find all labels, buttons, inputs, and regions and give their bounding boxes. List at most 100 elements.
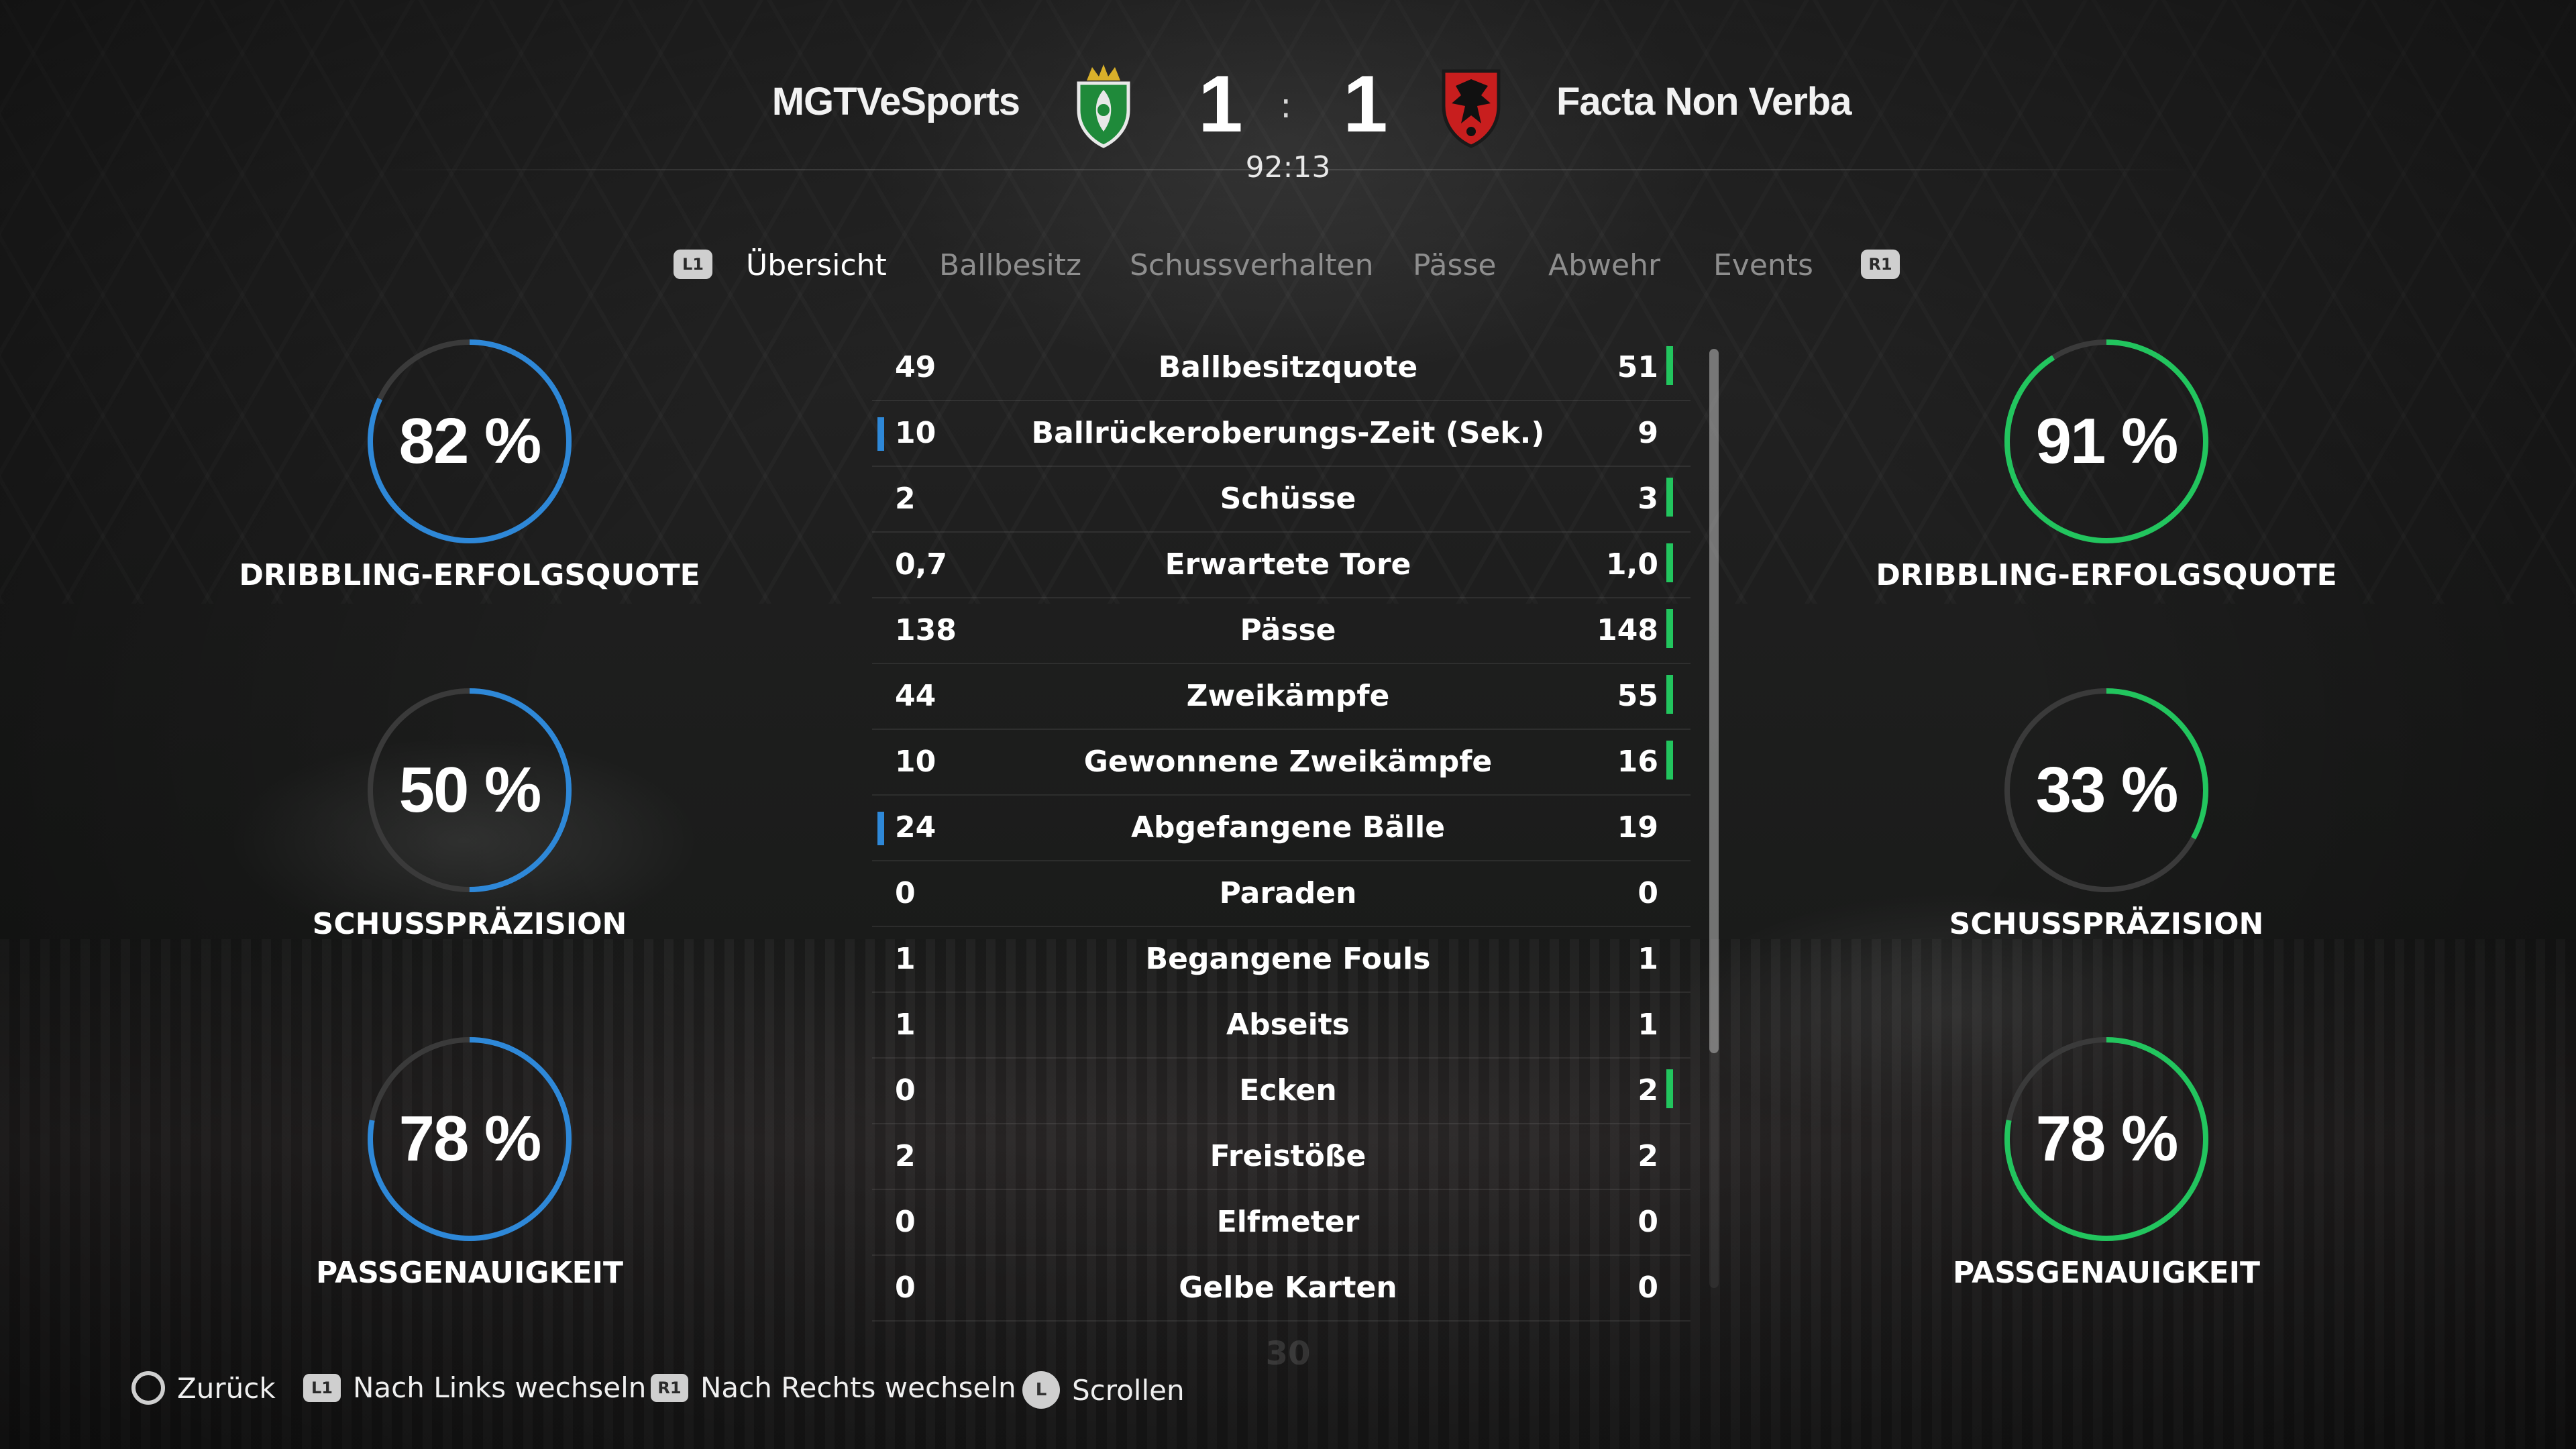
stat-away-value: 3	[1638, 482, 1658, 516]
stat-away-value: 0	[1638, 1205, 1658, 1239]
stat-row: 44 Zweikämpfe 55	[872, 664, 1690, 730]
stat-row: 1 Begangene Fouls 1	[872, 927, 1690, 993]
home-dribbling-value: 82 %	[398, 405, 542, 477]
away-leader-marker	[1666, 741, 1673, 780]
home-dribbling-ring: 82 %	[362, 334, 577, 549]
page-indicator: 30	[1265, 1335, 1311, 1373]
l1-button-icon[interactable]: L1	[674, 250, 712, 279]
header-divider	[382, 169, 2194, 170]
away-pass-accuracy-value: 78 %	[2035, 1103, 2179, 1175]
stats-scrollbar-thumb[interactable]	[1709, 349, 1719, 1053]
button-hint-bar: Zurück L1 Nach Links wechseln R1 Nach Re…	[0, 1371, 2576, 1425]
stat-away-value: 0	[1638, 876, 1658, 910]
away-dribbling-value: 91 %	[2035, 405, 2179, 477]
stat-row: 49 Ballbesitzquote 51	[872, 335, 1690, 401]
stat-label: Abseits	[1226, 1008, 1350, 1042]
switch-right-hint[interactable]: R1 Nach Rechts wechseln	[651, 1371, 1016, 1404]
stat-label: Abgefangene Bälle	[1130, 810, 1446, 845]
back-hint-label: Zurück	[177, 1371, 276, 1405]
away-team-crest-icon	[1434, 62, 1508, 149]
away-shot-accuracy-label: SCHUSSPRÄZISION	[1949, 907, 2264, 941]
stats-table[interactable]: 49 Ballbesitzquote 51 10 Ballrückeroberungs-…	[872, 335, 1690, 1322]
away-leader-marker	[1666, 478, 1673, 517]
home-team-name: MGTVeSports	[771, 80, 1020, 123]
home-pass-accuracy-label: PASSGENAUIGKEIT	[315, 1256, 624, 1290]
away-leader-marker	[1666, 609, 1673, 648]
away-leader-marker	[1666, 1069, 1673, 1108]
away-pass-accuracy-ring: 78 %	[1999, 1032, 2214, 1246]
stat-label: Elfmeter	[1216, 1205, 1360, 1239]
stat-away-value: 0	[1638, 1271, 1658, 1305]
stat-label: Erwartete Tore	[1165, 547, 1411, 582]
away-score: 1	[1343, 59, 1388, 149]
stat-label: Ballbesitzquote	[1158, 350, 1418, 384]
stat-away-value: 9	[1638, 416, 1658, 450]
away-leader-marker	[1666, 346, 1673, 385]
tab-uebersicht[interactable]: Übersicht	[746, 248, 887, 282]
tab-abwehr[interactable]: Abwehr	[1548, 248, 1660, 282]
scroll-hint-label: Scrollen	[1072, 1373, 1185, 1407]
stat-label: Begangene Fouls	[1145, 942, 1431, 976]
circle-button-icon	[131, 1371, 165, 1405]
stat-label: Ballrückeroberungs-Zeit (Sek.)	[1031, 416, 1545, 450]
home-pass-accuracy-ring: 78 %	[362, 1032, 577, 1246]
stat-row: 10 Gewonnene Zweikämpfe 16	[872, 730, 1690, 796]
away-shot-accuracy-value: 33 %	[2035, 754, 2179, 826]
stat-row: 2 Schüsse 3	[872, 467, 1690, 533]
stat-row: 0 Gelbe Karten 0	[872, 1256, 1690, 1322]
home-pass-accuracy-value: 78 %	[398, 1103, 542, 1175]
stat-row: 1 Abseits 1	[872, 993, 1690, 1059]
away-leader-marker	[1666, 675, 1673, 714]
stat-label: Schüsse	[1220, 482, 1356, 516]
stat-row: 2 Freistöße 2	[872, 1124, 1690, 1190]
stat-row: 0 Ecken 2	[872, 1059, 1690, 1124]
stat-away-value: 16	[1617, 745, 1658, 779]
stat-label: Freistöße	[1210, 1139, 1366, 1173]
tab-ballbesitz[interactable]: Ballbesitz	[939, 248, 1081, 282]
home-shot-accuracy-label: SCHUSSPRÄZISION	[312, 907, 627, 941]
away-dribbling-label: DRIBBLING-ERFOLGSQUOTE	[1876, 558, 2337, 592]
stat-away-value: 1,0	[1606, 547, 1658, 582]
stat-row: 0 Paraden 0	[872, 861, 1690, 927]
back-hint[interactable]: Zurück	[131, 1371, 276, 1405]
stat-away-value: 2	[1638, 1139, 1658, 1173]
home-shot-accuracy-ring: 50 %	[362, 683, 577, 898]
away-leader-marker	[1666, 543, 1673, 582]
stat-away-value: 1	[1638, 942, 1658, 976]
left-stick-icon: L	[1022, 1371, 1060, 1409]
away-pass-accuracy-label: PASSGENAUIGKEIT	[1952, 1256, 2261, 1290]
r1-button-icon[interactable]: R1	[1861, 250, 1900, 279]
stat-label: Ecken	[1239, 1073, 1337, 1108]
stat-away-value: 51	[1617, 350, 1658, 384]
score-separator: :	[1280, 86, 1292, 126]
match-clock: 92:13	[1245, 150, 1331, 184]
stat-away-value: 19	[1617, 810, 1658, 845]
away-team-name: Facta Non Verba	[1556, 80, 1851, 123]
stat-label: Gewonnene Zweikämpfe	[1083, 745, 1493, 779]
tab-schussverhalten[interactable]: Schussverhalten	[1130, 248, 1373, 282]
stat-row: 138 Pässe 148	[872, 598, 1690, 664]
stat-away-value: 148	[1597, 613, 1658, 647]
stat-row: 10 Ballrückeroberungs-Zeit (Sek.) 9	[872, 401, 1690, 467]
stat-row: 0 Elfmeter 0	[872, 1190, 1690, 1256]
switch-right-label: Nach Rechts wechseln	[700, 1371, 1016, 1404]
away-dribbling-ring: 91 %	[1999, 334, 2214, 549]
stat-label: Paraden	[1219, 876, 1357, 910]
r1-hint-icon: R1	[651, 1373, 688, 1402]
tab-paesse[interactable]: Pässe	[1413, 248, 1496, 282]
home-dribbling-label: DRIBBLING-ERFOLGSQUOTE	[239, 558, 700, 592]
away-shot-accuracy-ring: 33 %	[1999, 683, 2214, 898]
home-shot-accuracy-value: 50 %	[398, 754, 542, 826]
stat-away-value: 2	[1638, 1073, 1658, 1108]
home-team-crest-icon	[1067, 62, 1140, 149]
stat-row: 0,7 Erwartete Tore 1,0	[872, 533, 1690, 598]
stat-label: Pässe	[1240, 613, 1336, 647]
stat-label: Gelbe Karten	[1179, 1271, 1397, 1305]
stats-scrollbar[interactable]	[1709, 349, 1719, 1288]
stats-tab-bar: L1 Übersicht Ballbesitz Schussverhalten …	[0, 248, 2576, 288]
home-score: 1	[1198, 59, 1243, 149]
stat-away-value: 1	[1638, 1008, 1658, 1042]
scroll-hint[interactable]: L Scrollen	[1022, 1371, 1185, 1409]
tab-events[interactable]: Events	[1713, 248, 1813, 282]
switch-left-hint[interactable]: L1 Nach Links wechseln	[303, 1371, 646, 1404]
